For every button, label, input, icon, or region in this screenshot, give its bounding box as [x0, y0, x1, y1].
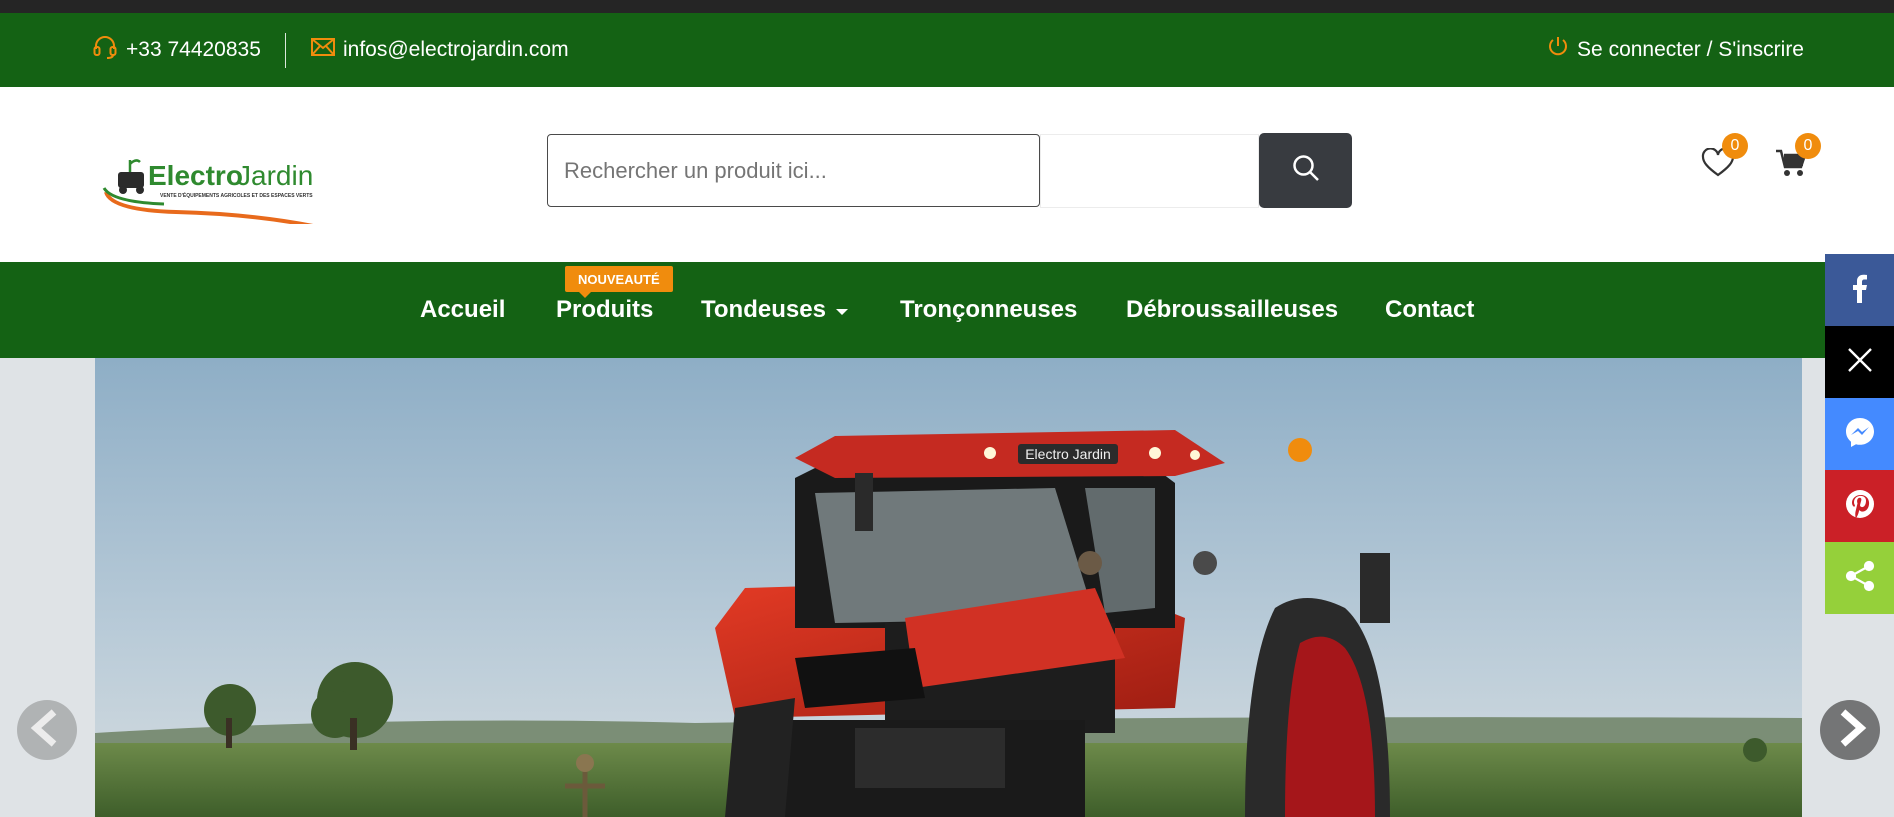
- share-facebook-button[interactable]: [1825, 254, 1894, 326]
- top-bar: +33 74420835 infos@electrojardin.com Se …: [0, 13, 1894, 87]
- share-messenger-button[interactable]: [1825, 398, 1894, 470]
- slider-next-button[interactable]: [1820, 700, 1880, 760]
- messenger-icon: [1843, 415, 1877, 454]
- nav-item-tronconneuses[interactable]: Tronçonneuses: [900, 262, 1077, 358]
- share-icon: [1844, 560, 1876, 597]
- share-pinterest-button[interactable]: [1825, 470, 1894, 542]
- topbar-divider: [285, 33, 286, 68]
- headset-icon: [92, 34, 118, 66]
- chevron-right-icon: [1830, 708, 1870, 753]
- logo-text-electro: Electro: [148, 160, 243, 191]
- logo-tagline: VENTE D'ÉQUIPEMENTS AGRICOLES ET DES ESP…: [160, 191, 313, 199]
- pinterest-icon: [1844, 488, 1876, 525]
- nav-item-label: Produits: [556, 296, 654, 323]
- main-navigation: NOUVEAUTÉ Accueil Produits Tondeuses Tro…: [0, 262, 1894, 358]
- nav-item-label: Accueil: [420, 296, 506, 323]
- nav-item-tondeuses[interactable]: Tondeuses: [701, 262, 848, 358]
- email-address[interactable]: infos@electrojardin.com: [343, 38, 569, 62]
- share-sharethis-button[interactable]: [1825, 542, 1894, 614]
- cart-button[interactable]: 0: [1763, 133, 1821, 193]
- electrojardin-logo[interactable]: Electro Jardin VENTE D'ÉQUIPEMENTS AGRIC…: [100, 152, 330, 230]
- x-icon: [1846, 346, 1874, 379]
- wishlist-count-badge: 0: [1722, 133, 1748, 159]
- search-category-field[interactable]: [1040, 134, 1259, 208]
- caret-down-icon: [835, 308, 848, 315]
- nav-item-debroussailleuses[interactable]: Débroussailleuses: [1126, 262, 1338, 358]
- social-share-sidebar: [1825, 254, 1894, 614]
- envelope-icon: [311, 37, 335, 63]
- hero-slide-tractor-image: Electro Jardin: [95, 358, 1802, 817]
- share-x-button[interactable]: [1825, 326, 1894, 398]
- nav-item-label: Contact: [1385, 296, 1475, 323]
- nav-item-label: Tondeuses: [701, 296, 826, 323]
- phone-number[interactable]: +33 74420835: [126, 38, 261, 62]
- facebook-icon: [1847, 273, 1873, 308]
- nav-item-contact[interactable]: Contact: [1385, 262, 1474, 358]
- site-header: Electro Jardin VENTE D'ÉQUIPEMENTS AGRIC…: [0, 87, 1894, 262]
- login-register-label[interactable]: Se connecter / S'inscrire: [1577, 38, 1804, 62]
- chevron-left-icon: [27, 708, 67, 753]
- login-register-link[interactable]: Se connecter / S'inscrire: [1547, 13, 1804, 87]
- logo-text-jardin: Jardin: [237, 160, 313, 191]
- nav-item-label: Tronçonneuses: [900, 296, 1078, 323]
- nav-item-label: Débroussailleuses: [1126, 296, 1339, 323]
- search-input[interactable]: [547, 134, 1040, 207]
- slider-prev-button[interactable]: [17, 700, 77, 760]
- tractor-cab-branding: Electro Jardin: [1025, 446, 1111, 462]
- email-contact[interactable]: infos@electrojardin.com: [311, 13, 569, 87]
- phone-contact[interactable]: +33 74420835: [92, 13, 261, 87]
- cart-count-badge: 0: [1795, 133, 1821, 159]
- nav-item-accueil[interactable]: Accueil: [420, 262, 505, 358]
- hero-slider: Electro Jardin: [0, 358, 1894, 817]
- power-icon: [1547, 35, 1569, 65]
- search-button[interactable]: [1259, 133, 1352, 208]
- search-icon: [1291, 153, 1321, 188]
- wishlist-button[interactable]: 0: [1690, 133, 1748, 193]
- nav-item-produits[interactable]: Produits: [556, 262, 653, 358]
- browser-top-strip: [0, 0, 1894, 13]
